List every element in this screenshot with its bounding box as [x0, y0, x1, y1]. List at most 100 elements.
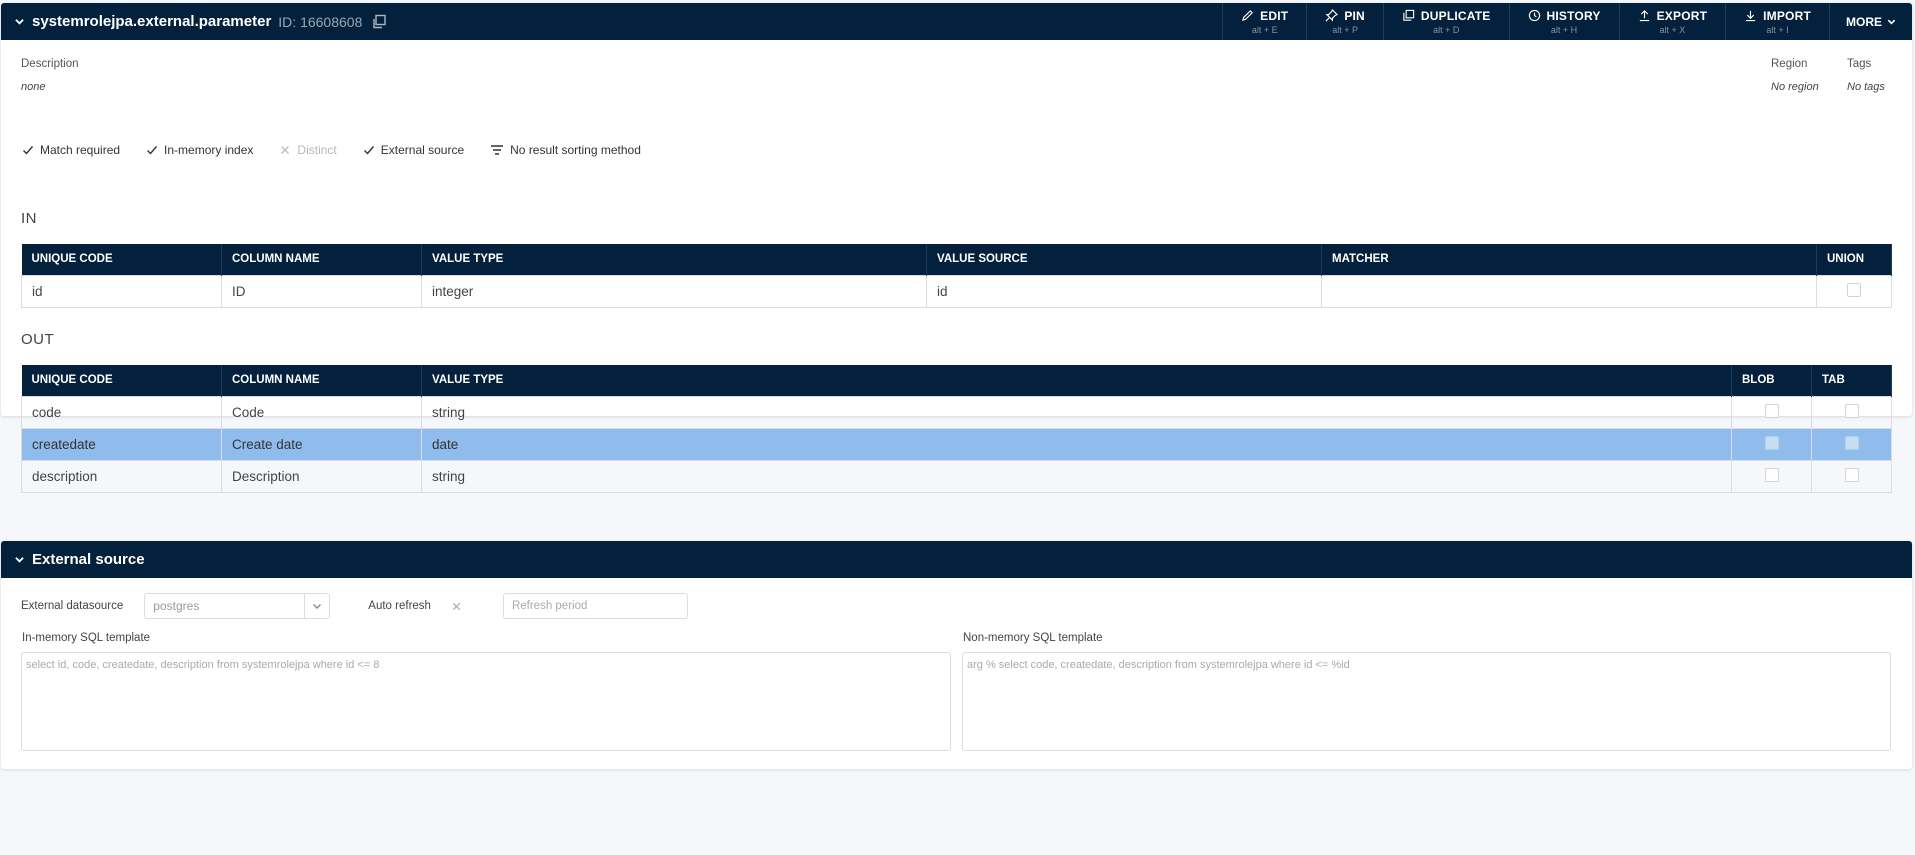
check-icon [363, 146, 374, 155]
history-button[interactable]: HISTORY alt + H [1508, 3, 1619, 40]
record-id: ID: 16608608 [278, 13, 363, 30]
cell-type: string [421, 395, 1732, 429]
cell-tab [1811, 459, 1892, 493]
table-row-selected[interactable]: createdate Create date date [21, 427, 1892, 461]
select-arrow[interactable] [304, 594, 329, 618]
column-header[interactable]: VALUE SOURCE [926, 244, 1322, 275]
cell-tab [1811, 395, 1892, 429]
description-value: none [21, 81, 46, 93]
external-source-header[interactable]: External source [1, 541, 1912, 578]
cell-tab [1811, 427, 1892, 461]
tags-label: Tags [1847, 58, 1872, 70]
flags-row: Match required In-memory index Distinct … [22, 143, 667, 157]
table-row[interactable]: id ID integer id [21, 274, 1892, 308]
inmem-sql-label: In-memory SQL template [22, 632, 151, 644]
export-button[interactable]: EXPORT alt + X [1618, 3, 1726, 40]
in-table-header: UNIQUE CODE COLUMN NAME VALUE TYPE VALUE… [21, 244, 1892, 275]
collapse-chevron-icon[interactable] [15, 17, 24, 26]
flag-sorting-method: No result sorting method [490, 143, 641, 157]
page-title: systemrolejpa.external.parameter [32, 13, 272, 30]
region-label: Region [1771, 58, 1808, 70]
blob-checkbox[interactable] [1764, 403, 1779, 418]
cell-code: id [21, 274, 222, 308]
cell-name: Description [221, 459, 422, 493]
in-table: UNIQUE CODE COLUMN NAME VALUE TYPE VALUE… [21, 244, 1892, 308]
more-menu-button[interactable]: MORE [1829, 3, 1912, 40]
sort-icon [491, 145, 504, 155]
cell-type: string [421, 459, 1732, 493]
datasource-select[interactable]: postgres [144, 593, 331, 619]
union-checkbox[interactable] [1847, 282, 1861, 297]
tab-checkbox[interactable] [1844, 403, 1859, 418]
noninmem-sql-label: Non-memory SQL template [963, 632, 1103, 644]
auto-refresh-label: Auto refresh [368, 600, 431, 612]
table-row[interactable]: code Code string [21, 395, 1892, 429]
pencil-icon [1242, 10, 1254, 22]
chevron-down-icon [1887, 19, 1896, 25]
check-icon [23, 146, 34, 155]
datasource-label: External datasource [21, 600, 124, 612]
column-header[interactable]: UNION [1816, 244, 1892, 275]
chevron-down-icon [313, 604, 322, 609]
cell-matcher [1321, 274, 1817, 308]
refresh-period-input[interactable]: Refresh period [502, 593, 688, 619]
column-header[interactable]: BLOB [1731, 365, 1812, 396]
cell-blob [1731, 395, 1812, 429]
import-button[interactable]: IMPORT alt + I [1725, 3, 1829, 40]
table-row[interactable]: description Description string [21, 459, 1892, 493]
pin-icon [1325, 9, 1339, 22]
export-icon [1639, 10, 1649, 22]
cross-icon [281, 146, 290, 154]
flag-distinct: Distinct [279, 143, 337, 157]
cell-source: id [926, 274, 1322, 308]
cell-code: code [21, 395, 222, 429]
history-icon [1528, 9, 1540, 22]
column-header[interactable]: MATCHER [1321, 244, 1817, 275]
column-header[interactable]: VALUE TYPE [421, 244, 927, 275]
column-header[interactable]: UNIQUE CODE [21, 244, 222, 275]
edit-button[interactable]: EDIT alt + E [1222, 3, 1306, 40]
collapse-chevron-icon[interactable] [15, 555, 24, 564]
flag-external-source: External source [363, 143, 464, 157]
blob-checkbox[interactable] [1764, 467, 1779, 482]
cell-code: description [21, 459, 222, 493]
tab-checkbox[interactable] [1844, 467, 1859, 482]
description-label: Description [21, 58, 79, 70]
duplicate-button[interactable]: DUPLICATE alt + D [1382, 3, 1509, 40]
cell-name: Code [221, 395, 422, 429]
cell-type: integer [421, 274, 927, 308]
flag-match-required: Match required [22, 143, 120, 157]
out-table-header: UNIQUE CODE COLUMN NAME VALUE TYPE BLOB … [21, 365, 1892, 396]
datasource-value: postgres [153, 599, 200, 613]
external-source-title: External source [32, 551, 145, 568]
column-header[interactable]: UNIQUE CODE [21, 365, 222, 396]
blob-checkbox[interactable] [1764, 435, 1779, 450]
column-header[interactable]: VALUE TYPE [421, 365, 1732, 396]
cell-union [1816, 274, 1892, 308]
auto-refresh-off-icon[interactable] [451, 601, 462, 612]
tags-value: No tags [1847, 81, 1885, 93]
inmem-sql-textarea[interactable]: select id, code, createdate, description… [21, 652, 951, 751]
column-header[interactable]: TAB [1811, 365, 1892, 396]
tab-checkbox[interactable] [1844, 435, 1859, 450]
out-section-title: OUT [21, 331, 55, 348]
flag-in-memory-index: In-memory index [146, 143, 253, 157]
toolbar: EDIT alt + E PIN alt + P DUPLICATE alt +… [1222, 3, 1912, 40]
cell-name: ID [221, 274, 422, 308]
check-icon [147, 146, 158, 155]
cell-blob [1731, 427, 1812, 461]
column-header[interactable]: COLUMN NAME [221, 365, 422, 396]
cell-code: createdate [21, 427, 222, 461]
external-settings-row: External datasource postgres Auto refres… [21, 593, 688, 619]
cell-name: Create date [221, 427, 422, 461]
parameter-panel: systemrolejpa.external.parameter ID: 166… [1, 3, 1912, 416]
in-section-title: IN [21, 210, 37, 227]
copy-icon[interactable] [371, 14, 387, 30]
parameter-panel-header: systemrolejpa.external.parameter ID: 166… [1, 3, 1912, 40]
out-table: UNIQUE CODE COLUMN NAME VALUE TYPE BLOB … [21, 365, 1892, 493]
column-header[interactable]: COLUMN NAME [221, 244, 422, 275]
pin-button[interactable]: PIN alt + P [1306, 3, 1383, 40]
duplicate-icon [1403, 9, 1415, 21]
cell-blob [1731, 459, 1812, 493]
noninmem-sql-textarea[interactable]: arg % select code, createdate, descripti… [962, 652, 1891, 751]
